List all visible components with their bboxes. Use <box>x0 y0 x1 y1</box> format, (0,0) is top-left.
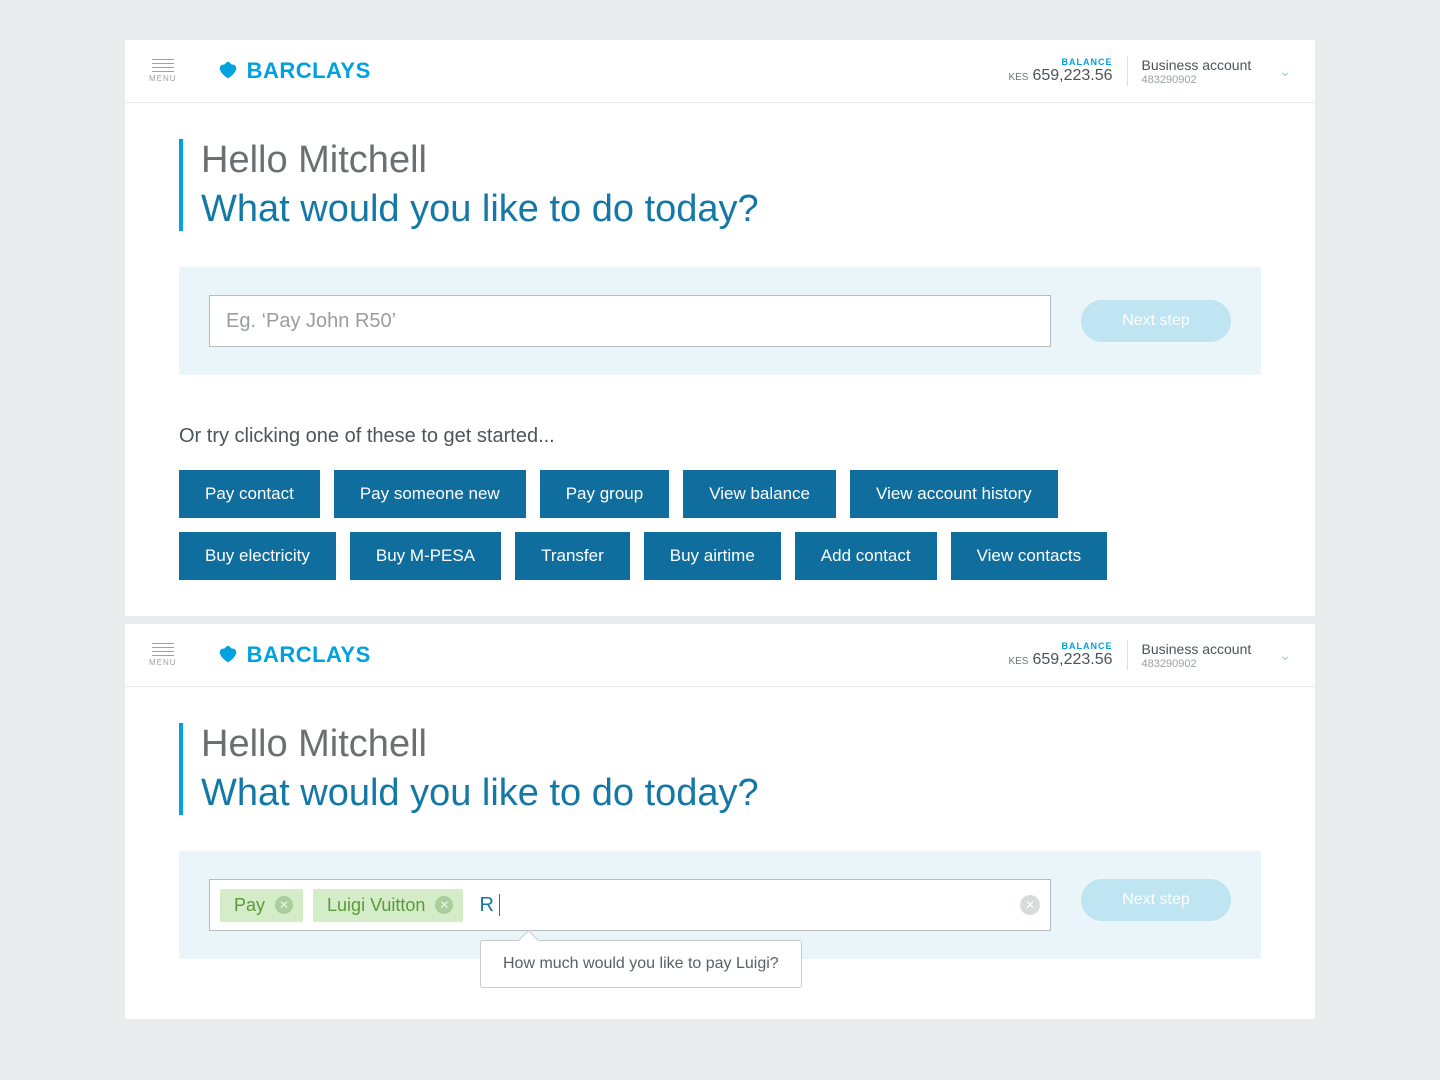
chip-pay-someone-new[interactable]: Pay someone new <box>334 470 526 518</box>
command-token-field[interactable]: Pay ✕ Luigi Vuitton ✕ R ✕ How much would… <box>209 879 1051 931</box>
app-header: MENU BARCLAYS BALANCE KES 659,223.56 Bus… <box>125 624 1315 687</box>
app-header: MENU BARCLAYS BALANCE KES 659,223.56 Bus… <box>125 40 1315 103</box>
eagle-icon <box>217 644 239 666</box>
chip-transfer[interactable]: Transfer <box>515 532 630 580</box>
brand: BARCLAYS <box>217 642 371 668</box>
amount-tooltip: How much would you like to pay Luigi? <box>480 940 802 988</box>
chip-view-contacts[interactable]: View contacts <box>951 532 1108 580</box>
token-label: Luigi Vuitton <box>327 895 425 916</box>
command-bar: Next step <box>179 267 1261 375</box>
typed-value: R <box>479 894 493 917</box>
hamburger-icon <box>152 59 174 72</box>
suggestions-title: Or try clicking one of these to get star… <box>179 425 1261 448</box>
greeting-hello: Hello Mitchell <box>201 723 1261 766</box>
greeting-question: What would you like to do today? <box>201 188 1261 231</box>
token-remove-icon[interactable]: ✕ <box>435 896 453 914</box>
token-contact: Luigi Vuitton ✕ <box>313 889 463 922</box>
menu-label: MENU <box>149 74 177 83</box>
chip-pay-contact[interactable]: Pay contact <box>179 470 320 518</box>
typed-text: R <box>473 894 499 917</box>
suggestion-row-1: Pay contact Pay someone new Pay group Vi… <box>179 470 1261 518</box>
balance-block: BALANCE KES 659,223.56 <box>1008 57 1112 85</box>
command-bar-tokenized: Pay ✕ Luigi Vuitton ✕ R ✕ How much would… <box>179 851 1261 959</box>
greeting-block: Hello Mitchell What would you like to do… <box>125 103 1315 231</box>
hamburger-icon <box>152 643 174 656</box>
balance-amount: 659,223.56 <box>1032 67 1112 85</box>
chevron-down-icon[interactable]: ⌄ <box>1279 647 1291 664</box>
next-step-button[interactable]: Next step <box>1081 300 1231 342</box>
account-name: Business account <box>1142 641 1252 657</box>
account-name: Business account <box>1142 57 1252 73</box>
divider <box>1127 640 1128 670</box>
panel-initial: MENU BARCLAYS BALANCE KES 659,223.56 Bus… <box>125 40 1315 616</box>
suggestion-row-2: Buy electricity Buy M-PESA Transfer Buy … <box>179 532 1261 580</box>
token-label: Pay <box>234 895 265 916</box>
panel-typing: MENU BARCLAYS BALANCE KES 659,223.56 Bus… <box>125 624 1315 1019</box>
suggestions-block: Or try clicking one of these to get star… <box>125 375 1315 616</box>
command-input[interactable] <box>209 295 1051 347</box>
menu-button[interactable]: MENU <box>149 59 177 83</box>
menu-label: MENU <box>149 658 177 667</box>
account-number: 483290902 <box>1142 658 1252 670</box>
menu-button[interactable]: MENU <box>149 643 177 667</box>
chip-buy-mpesa[interactable]: Buy M-PESA <box>350 532 501 580</box>
clear-input-icon[interactable]: ✕ <box>1020 895 1040 915</box>
brand-text: BARCLAYS <box>247 642 371 668</box>
brand-text: BARCLAYS <box>247 58 371 84</box>
tooltip-text: How much would you like to pay Luigi? <box>503 955 779 972</box>
account-number: 483290902 <box>1142 74 1252 86</box>
account-summary: BALANCE KES 659,223.56 Business account … <box>1008 56 1291 86</box>
greeting-question: What would you like to do today? <box>201 772 1261 815</box>
chip-view-balance[interactable]: View balance <box>683 470 836 518</box>
chip-pay-group[interactable]: Pay group <box>540 470 670 518</box>
chevron-down-icon[interactable]: ⌄ <box>1279 63 1291 80</box>
token-action: Pay ✕ <box>220 889 303 922</box>
chip-view-account-history[interactable]: View account history <box>850 470 1058 518</box>
greeting-block: Hello Mitchell What would you like to do… <box>125 687 1315 815</box>
balance-label: BALANCE <box>1008 641 1112 651</box>
divider <box>1127 56 1128 86</box>
token-remove-icon[interactable]: ✕ <box>275 896 293 914</box>
chip-buy-electricity[interactable]: Buy electricity <box>179 532 336 580</box>
account-block: Business account 483290902 <box>1142 57 1252 86</box>
brand: BARCLAYS <box>217 58 371 84</box>
balance-currency: KES <box>1008 656 1028 667</box>
balance-block: BALANCE KES 659,223.56 <box>1008 641 1112 669</box>
chip-add-contact[interactable]: Add contact <box>795 532 937 580</box>
next-step-button[interactable]: Next step <box>1081 879 1231 921</box>
text-caret <box>499 894 500 916</box>
balance-label: BALANCE <box>1008 57 1112 67</box>
greeting-hello: Hello Mitchell <box>201 139 1261 182</box>
balance-currency: KES <box>1008 72 1028 83</box>
account-block: Business account 483290902 <box>1142 641 1252 670</box>
eagle-icon <box>217 60 239 82</box>
chip-buy-airtime[interactable]: Buy airtime <box>644 532 781 580</box>
account-summary: BALANCE KES 659,223.56 Business account … <box>1008 640 1291 670</box>
balance-amount: 659,223.56 <box>1032 651 1112 669</box>
